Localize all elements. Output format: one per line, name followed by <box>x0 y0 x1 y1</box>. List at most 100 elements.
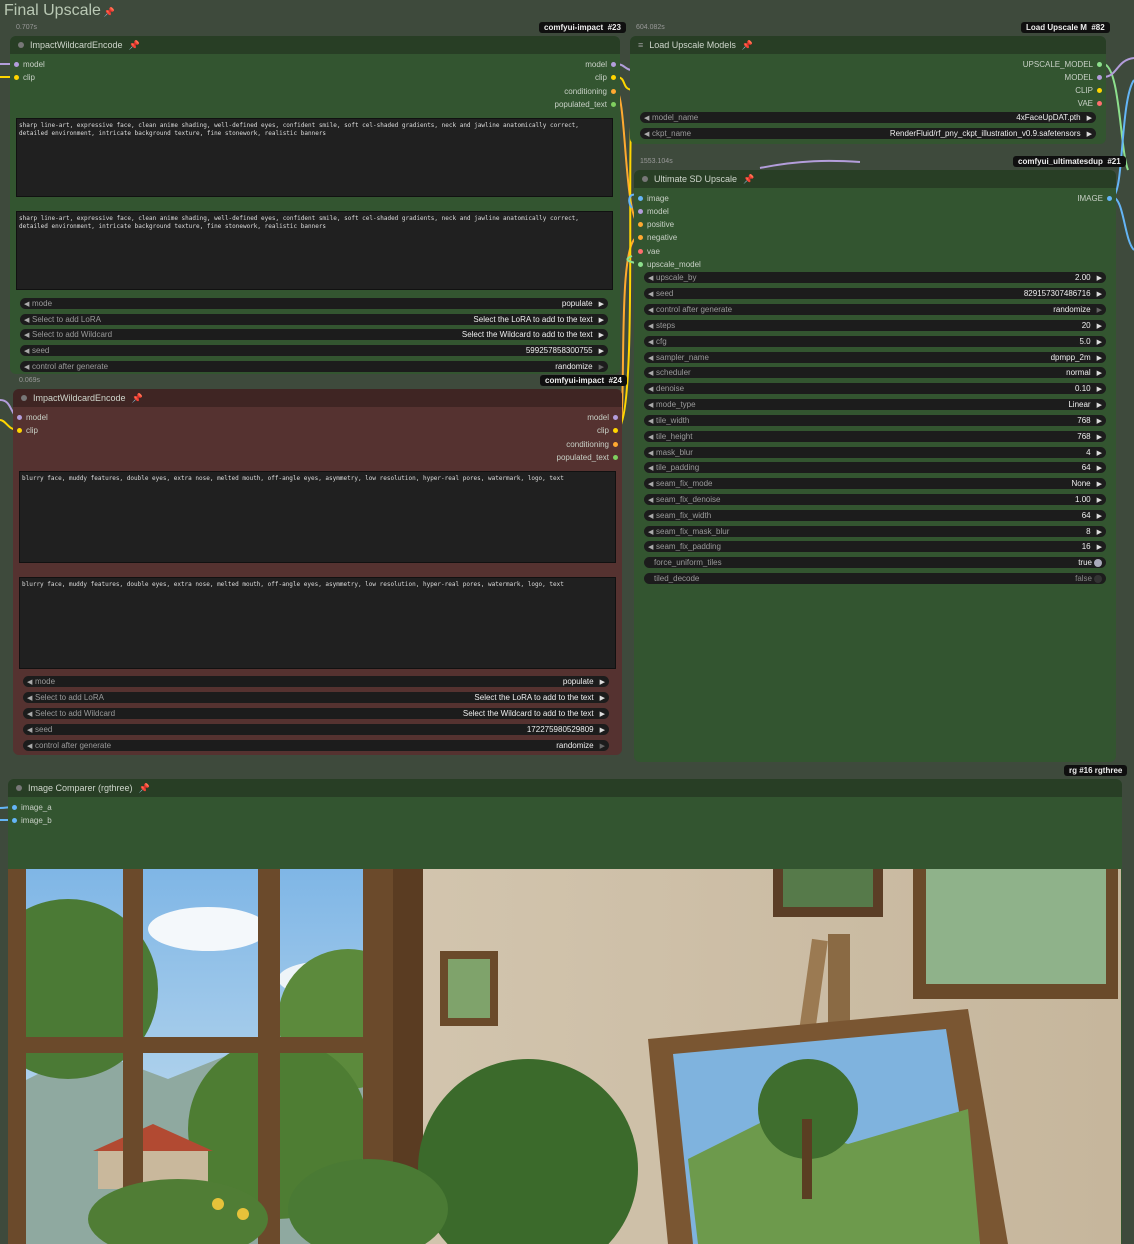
node-load-upscale-models-82[interactable]: ≡ Load Upscale Models 📌 UPSCALE_MODEL MO… <box>630 36 1106 144</box>
node21-header[interactable]: Ultimate SD Upscale 📌 <box>634 170 1116 188</box>
steps-number[interactable]: ◀ steps 20 ▶ <box>644 320 1106 331</box>
tile-padding-number[interactable]: ◀ tile_padding 64 ▶ <box>644 462 1106 473</box>
output-conditioning[interactable]: conditioning <box>564 87 616 96</box>
input-image-a[interactable]: image_a <box>12 803 52 812</box>
cfg-number[interactable]: ◀ cfg 5.0 ▶ <box>644 336 1106 347</box>
lora-combo[interactable]: ◀ Select to add LoRA Select the LoRA to ad… <box>20 314 608 325</box>
node16-header[interactable]: Image Comparer (rgthree) 📌 <box>8 779 1122 797</box>
slot-label: clip <box>26 426 39 435</box>
mode-combo[interactable]: ◀ mode populate ▶ <box>20 298 608 309</box>
node82-header[interactable]: ≡ Load Upscale Models 📌 <box>630 36 1106 54</box>
node-impact-wildcard-encode-24[interactable]: ImpactWildcardEncode 📌 model clip model … <box>13 389 622 755</box>
output-populated-text[interactable]: populated_text <box>557 453 618 462</box>
slot-label: model <box>647 207 669 216</box>
input-vae[interactable]: vae <box>638 247 660 256</box>
output-populated-text[interactable]: populated_text <box>555 100 616 109</box>
slot-dot-icon <box>611 89 616 94</box>
slot-dot-icon <box>1097 75 1102 80</box>
input-model[interactable]: model <box>17 413 48 422</box>
seed-number[interactable]: ◀ seed 599257858300755 ▶ <box>20 345 608 356</box>
seam-fix-width-number[interactable]: ◀ seam_fix_width 64 ▶ <box>644 510 1106 521</box>
node-impact-wildcard-encode-23[interactable]: ImpactWildcardEncode 📌 model clip model … <box>10 36 620 374</box>
output-upscale-model[interactable]: UPSCALE_MODEL <box>1023 60 1102 69</box>
populated-text-textarea[interactable]: sharp line-art, expressive face, clean a… <box>16 211 613 290</box>
upscale-by-number[interactable]: ◀ upscale_by 2.00 ▶ <box>644 272 1106 283</box>
collapse-dot-icon[interactable] <box>21 395 27 401</box>
input-negative[interactable]: negative <box>638 233 677 242</box>
node-ultimate-sd-upscale-21[interactable]: Ultimate SD Upscale 📌 image model positi… <box>634 170 1116 762</box>
input-image[interactable]: image <box>638 194 669 203</box>
slot-dot-icon <box>14 62 19 67</box>
widget-value: false <box>1075 574 1092 583</box>
widget-value: 64 <box>1081 511 1091 520</box>
control-after-generate-combo[interactable]: ◀ control after generate randomize ▶ <box>23 740 609 751</box>
control-after-generate-combo[interactable]: ◀ control after generate randomize ▶ <box>20 361 608 372</box>
input-clip[interactable]: clip <box>17 426 38 435</box>
output-model[interactable]: MODEL <box>1065 73 1102 82</box>
wildcard-combo[interactable]: ◀ Select to add Wildcard Select the Wildca… <box>20 329 608 340</box>
collapse-dot-icon[interactable] <box>642 176 648 182</box>
group-title[interactable]: Final Upscale 📌 <box>4 2 115 20</box>
input-model[interactable]: model <box>14 60 45 69</box>
seam-fix-denoise-number[interactable]: ◀ seam_fix_denoise 1.00 ▶ <box>644 494 1106 505</box>
scheduler-combo[interactable]: ◀ scheduler normal ▶ <box>644 367 1106 378</box>
tile-height-number[interactable]: ◀ tile_height 768 ▶ <box>644 431 1106 442</box>
input-model[interactable]: model <box>638 207 669 216</box>
slot-label: CLIP <box>1075 86 1093 95</box>
control-after-generate-combo[interactable]: ◀ control after generate randomize ▶ <box>644 304 1106 315</box>
mode-combo[interactable]: ◀ mode populate ▶ <box>23 676 609 687</box>
input-clip[interactable]: clip <box>14 73 35 82</box>
widget-value: 768 <box>1077 432 1091 441</box>
input-image-b[interactable]: image_b <box>12 816 52 825</box>
force-uniform-tiles-toggle[interactable]: force_uniform_tiles true <box>644 557 1106 568</box>
denoise-number[interactable]: ◀ denoise 0.10 ▶ <box>644 383 1106 394</box>
node82-title: Load Upscale Models <box>649 40 736 50</box>
seam-fix-mode-combo[interactable]: ◀ seam_fix_mode None ▶ <box>644 478 1106 489</box>
slot-label: conditioning <box>566 440 609 449</box>
slot-label: image <box>647 194 669 203</box>
mask-blur-number[interactable]: ◀ mask_blur 4 ▶ <box>644 447 1106 458</box>
widget-value: Select the LoRA to add to the text <box>473 315 593 324</box>
seam-fix-mask-blur-number[interactable]: ◀ seam_fix_mask_blur 8 ▶ <box>644 526 1106 537</box>
widget-label: steps <box>656 321 676 330</box>
slot-dot-icon <box>17 415 22 420</box>
input-positive[interactable]: positive <box>638 220 674 229</box>
output-model[interactable]: model <box>585 60 616 69</box>
tile-width-number[interactable]: ◀ tile_width 768 ▶ <box>644 415 1106 426</box>
output-clip[interactable]: clip <box>597 426 618 435</box>
widget-label: Select to add Wildcard <box>35 709 116 718</box>
output-vae[interactable]: VAE <box>1078 99 1102 108</box>
output-model[interactable]: model <box>587 413 618 422</box>
collapse-dot-icon[interactable] <box>16 785 22 791</box>
output-image[interactable]: IMAGE <box>1077 194 1112 203</box>
widget-label: seed <box>35 725 53 734</box>
seed-number[interactable]: ◀ seed 172275980529809 ▶ <box>23 724 609 735</box>
widget-label: mode_type <box>656 400 696 409</box>
collapse-dot-icon[interactable] <box>18 42 24 48</box>
output-clip[interactable]: clip <box>595 73 616 82</box>
widget-label: control after generate <box>35 741 112 750</box>
populated-text-textarea[interactable]: blurry face, muddy features, double eyes… <box>19 577 616 669</box>
seam-fix-padding-number[interactable]: ◀ seam_fix_padding 16 ▶ <box>644 541 1106 552</box>
slot-dot-icon <box>1097 88 1102 93</box>
mode-type-combo[interactable]: ◀ mode_type Linear ▶ <box>644 399 1106 410</box>
node24-header[interactable]: ImpactWildcardEncode 📌 <box>13 389 622 407</box>
input-upscale-model[interactable]: upscale_model <box>638 260 701 269</box>
wildcard-text-textarea[interactable]: blurry face, muddy features, double eyes… <box>19 471 616 563</box>
output-conditioning[interactable]: conditioning <box>566 440 618 449</box>
sampler-name-combo[interactable]: ◀ sampler_name dpmpp_2m ▶ <box>644 352 1106 363</box>
comparer-preview-image[interactable] <box>8 869 1121 1244</box>
wildcard-text-textarea[interactable]: sharp line-art, expressive face, clean a… <box>16 118 613 197</box>
node23-header[interactable]: ImpactWildcardEncode 📌 <box>10 36 620 54</box>
wildcard-combo[interactable]: ◀ Select to add Wildcard Select the Wildca… <box>23 708 609 719</box>
lora-combo[interactable]: ◀ Select to add LoRA Select the LoRA to ad… <box>23 692 609 703</box>
output-clip[interactable]: CLIP <box>1075 86 1102 95</box>
ckpt-name-combo[interactable]: ◀ ckpt_name RenderFluid/rf_pny_ckpt_illust… <box>640 128 1096 139</box>
model-name-combo[interactable]: ◀ model_name 4xFaceUpDAT.pth ▶ <box>640 112 1096 123</box>
seed-number[interactable]: ◀ seed 829157307486716 ▶ <box>644 288 1106 299</box>
widget-value: randomize <box>1053 305 1091 314</box>
menu-lines-icon[interactable]: ≡ <box>638 40 643 50</box>
pin-icon: 📌 <box>131 392 143 403</box>
tiled-decode-toggle[interactable]: tiled_decode false <box>644 573 1106 584</box>
widget-label: upscale_by <box>656 273 697 282</box>
